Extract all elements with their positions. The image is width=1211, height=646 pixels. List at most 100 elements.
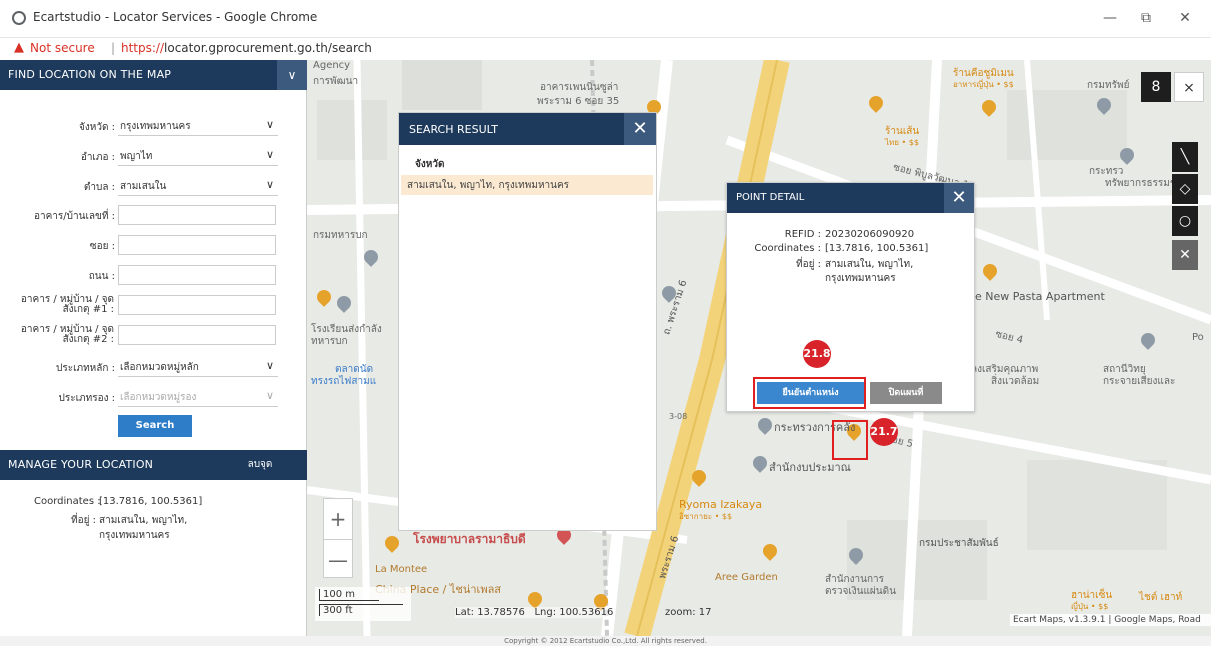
collapse-panel-button[interactable]: ∨: [277, 60, 307, 90]
map-label: อาคารเพนนินซูล่า: [540, 82, 619, 93]
map-label: อาหารญี่ปุ่น • $$: [953, 80, 1014, 89]
soi-row: ซอย :: [0, 235, 307, 257]
main-type-value: เลือกหมวดหมู่หลัก: [120, 362, 199, 373]
address-line1: สามเสนใน, พญาไท,: [825, 259, 914, 270]
subdistrict-row: ตำบล : สามเสนใน ∨: [0, 176, 307, 198]
landmark1-input[interactable]: [118, 295, 276, 315]
province-value: กรุงเทพมหานคร: [120, 121, 191, 132]
subdistrict-value: สามเสนใน: [120, 181, 167, 192]
main-type-select[interactable]: เลือกหมวดหมู่หลัก ∨: [118, 357, 278, 377]
road-input[interactable]: [118, 265, 276, 285]
map-label: Agency: [313, 60, 351, 71]
url-text[interactable]: https://locator.gprocurement.go.th/searc…: [121, 41, 372, 55]
subdistrict-label: ตำบล :: [83, 182, 115, 193]
clear-drawing-button[interactable]: ✕: [1172, 240, 1198, 270]
search-result-title: SEARCH RESULT: [409, 123, 498, 136]
map-label: ไทย • $$: [885, 138, 919, 147]
subdistrict-select[interactable]: สามเสนใน ∨: [118, 176, 278, 196]
lng-value: 100.53616: [559, 607, 614, 618]
search-button[interactable]: Search: [118, 415, 192, 437]
province-select[interactable]: กรุงเทพมหานคร ∨: [118, 116, 278, 136]
house-row: อาคาร/บ้านเลขที่ :: [0, 205, 307, 227]
map-label: การพัฒนา: [313, 76, 359, 87]
address-row: ที่อยู่ : สามเสนใน, พญาไท,: [735, 257, 965, 271]
map-attribution: Ecart Maps, v1.3.9.1 | Google Maps, Road: [1010, 614, 1211, 626]
soi-input[interactable]: [118, 235, 276, 255]
delete-point-button[interactable]: ลบจุด: [240, 457, 280, 473]
map-label: กระจายเสียงและ: [1103, 376, 1176, 387]
map-label: 3-08: [669, 412, 688, 421]
map-label: สิ่งแวดล้อม: [991, 376, 1040, 387]
coordinates-value: [13.7816, 100.5361]: [825, 243, 929, 254]
annotation-badge: 21.7: [870, 418, 898, 446]
province-label: จังหวัด :: [79, 122, 115, 133]
manage-address-line1: สามเสนใน, พญาไท,: [99, 515, 188, 526]
house-number-input[interactable]: [118, 205, 276, 225]
map-label: กรมทรัพย์: [1087, 80, 1130, 91]
point-detail-title: POINT DETAIL: [736, 192, 805, 203]
draw-circle-button[interactable]: ○: [1172, 206, 1198, 236]
confirm-highlight-box: [753, 377, 866, 409]
map-label: ญี่ปุ่น • $$: [1071, 602, 1109, 611]
map-label: Aree Garden: [715, 572, 778, 583]
close-map-button[interactable]: ปิดแผนที่: [870, 382, 942, 404]
find-location-title: FIND LOCATION ON THE MAP: [8, 68, 172, 81]
landmark2-input[interactable]: [118, 325, 276, 345]
marker-highlight-box: [832, 420, 868, 460]
map-label: ตรวจเงินแผ่นดิน: [825, 586, 896, 597]
chrome-icon: [12, 11, 26, 25]
close-search-result-button[interactable]: ✕: [624, 113, 656, 145]
window-title: Ecartstudio - Locator Services - Google …: [33, 10, 318, 24]
zoom-out-button[interactable]: —: [324, 539, 352, 579]
manage-location-header: MANAGE YOUR LOCATION ลบจุด: [0, 450, 307, 480]
url-path: locator.gprocurement.go.th/search: [164, 41, 372, 55]
result-row[interactable]: สามเสนใน, พญาไท, กรุงเทพมหานคร: [401, 175, 653, 195]
district-label: อำเภอ :: [80, 152, 115, 163]
maximize-button[interactable]: ⧉: [1129, 6, 1163, 30]
map-label: ไชต์ เฮาท์: [1139, 592, 1183, 603]
not-secure-label[interactable]: Not secure: [30, 41, 95, 55]
main-type-label: ประเภทหลัก :: [55, 363, 115, 374]
sub-type-value: เลือกหมวดหมู่รอง: [120, 392, 197, 403]
district-select[interactable]: พญาไท ∨: [118, 146, 278, 166]
map-label: พระราม 6 ซอย 35: [537, 96, 620, 107]
minimize-button[interactable]: —: [1093, 6, 1127, 30]
address-bar[interactable]: ▲ Not secure | https://locator.gprocurem…: [0, 38, 1211, 60]
draw-line-button[interactable]: ╲: [1172, 142, 1198, 172]
close-point-detail-button[interactable]: ✕: [944, 183, 974, 213]
province-row: จังหวัด : กรุงเทพมหานคร ∨: [0, 116, 307, 138]
refid-label: REFID :: [784, 229, 821, 240]
left-panel: FIND LOCATION ON THE MAP ∨ จังหวัด : กรุ…: [0, 60, 307, 636]
zoom-value: 17: [698, 607, 712, 618]
map-label: e New Pasta Apartment: [975, 290, 1105, 303]
annotation-badge: 21.8: [803, 340, 831, 368]
address-line2: กรุงเทพมหานคร: [825, 273, 896, 284]
page-footer: Copyright © 2012 Ecartstudio Co.,Ltd. Al…: [0, 636, 1211, 646]
address-label: ที่อยู่ :: [795, 259, 821, 270]
zoom-label: zoom:: [665, 607, 696, 618]
close-window-button[interactable]: ✕: [1168, 6, 1202, 30]
zoom-in-button[interactable]: +: [324, 499, 352, 539]
coordinates-label: Coordinates :: [754, 243, 821, 254]
landmark1-label: อาคาร / หมู่บ้าน / จุดสังเกตุ #1 :: [20, 294, 114, 315]
road-row: ถนน :: [0, 265, 307, 287]
scale-meters: 100 m: [319, 589, 379, 601]
chevron-down-icon: ∨: [265, 359, 274, 372]
map-label: โรงพยาบาลรามาธิบดี: [413, 532, 526, 546]
manage-coordinates-value: [13.7816, 100.5361]: [99, 496, 203, 507]
lng-label: Lng:: [534, 607, 557, 618]
point-detail-header: POINT DETAIL ✕: [727, 183, 974, 213]
address-row-2: กรุงเทพมหานคร: [735, 271, 965, 285]
layer-tool-button[interactable]: 8: [1141, 72, 1171, 102]
map-label: ทหารบก: [311, 336, 348, 347]
refid-row: REFID : 20230206090920: [735, 229, 965, 243]
measure-tool-button[interactable]: ⨯: [1174, 72, 1204, 102]
landmark1-row: อาคาร / หมู่บ้าน / จุดสังเกตุ #1 :: [0, 295, 307, 317]
find-location-header: FIND LOCATION ON THE MAP ∨: [0, 60, 307, 90]
sub-type-select[interactable]: เลือกหมวดหมู่รอง ∨: [118, 387, 278, 407]
draw-polygon-button[interactable]: ◇: [1172, 174, 1198, 204]
soi-label: ซอย :: [89, 241, 115, 252]
map-label: La Montee: [375, 564, 428, 575]
main-type-row: ประเภทหลัก : เลือกหมวดหมู่หลัก ∨: [0, 357, 307, 379]
address-separator: |: [111, 41, 116, 55]
